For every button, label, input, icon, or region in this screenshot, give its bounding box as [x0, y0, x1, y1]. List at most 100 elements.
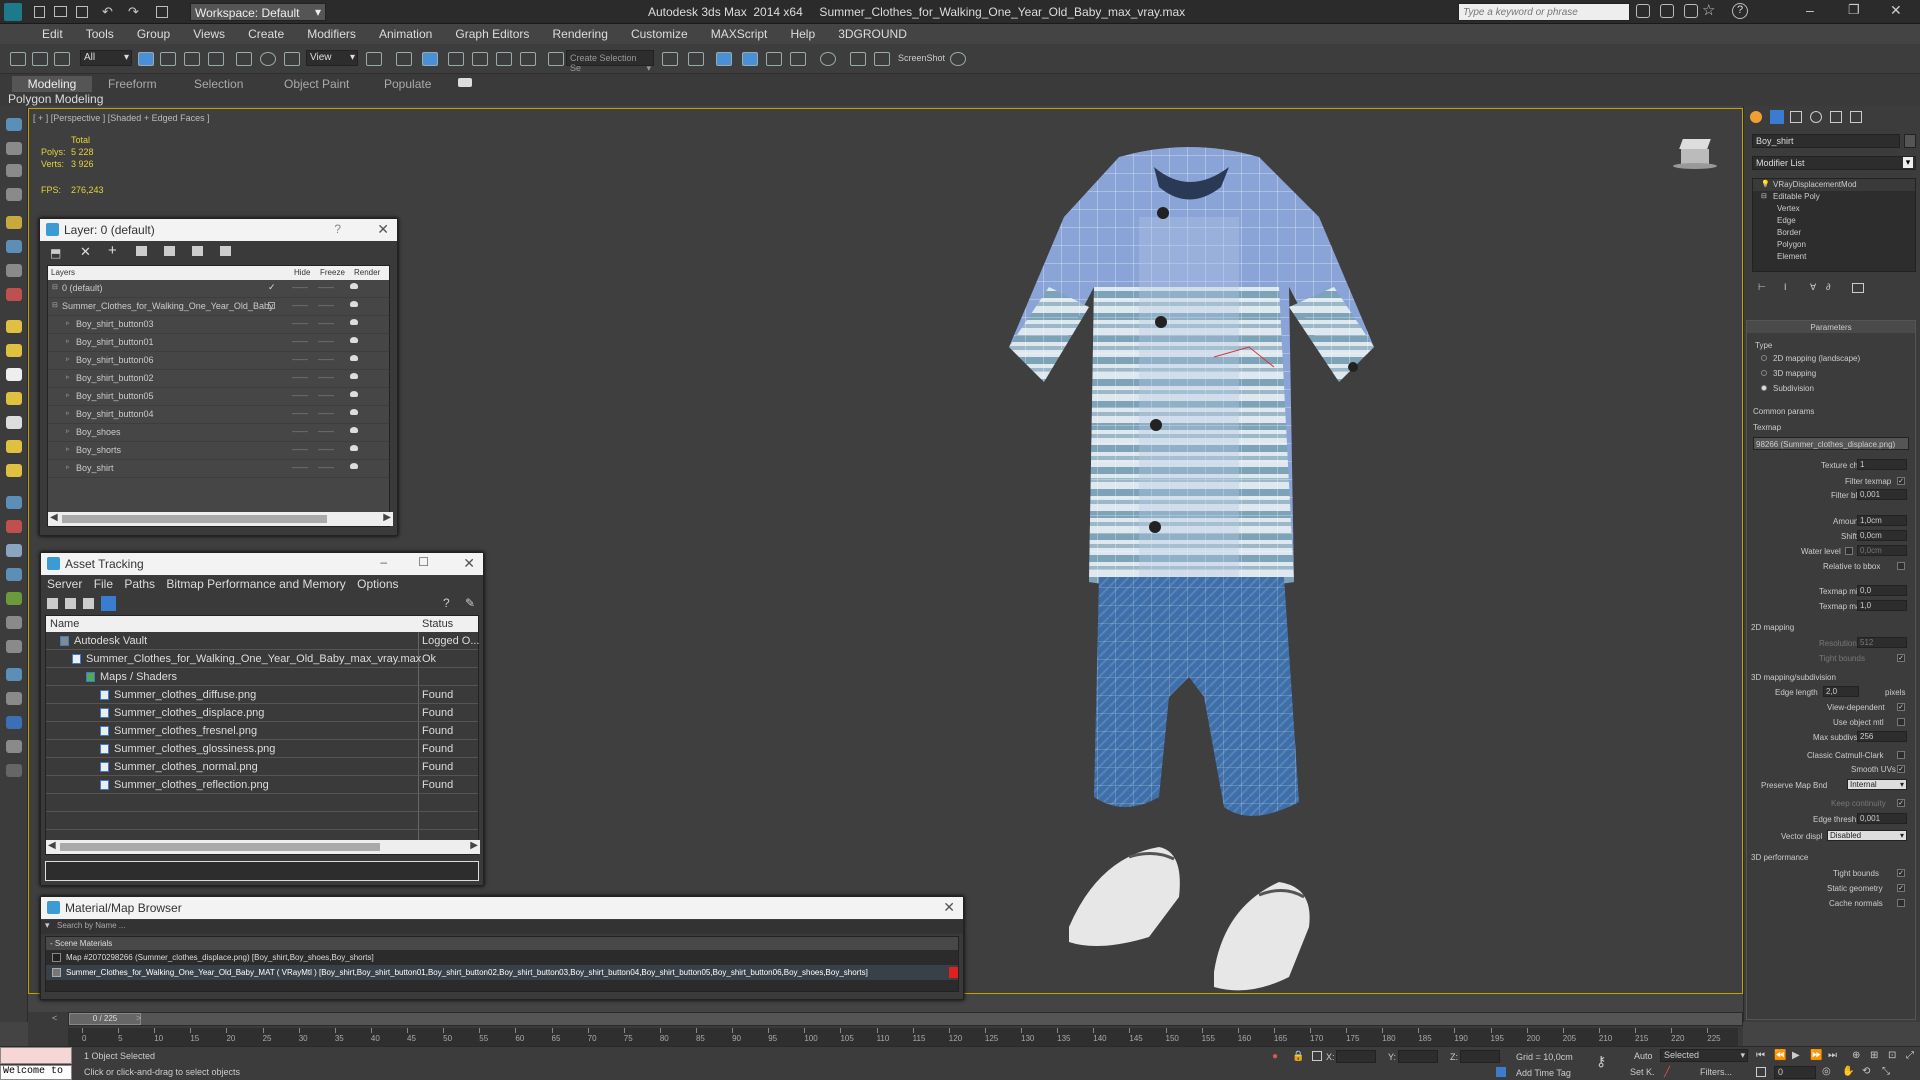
shift-input[interactable]: 0,0cm	[1857, 530, 1907, 541]
hide-toggle[interactable]: ——	[292, 391, 308, 400]
layer-row[interactable]: ▹ Boy_shirt_button03 —— ——	[48, 316, 389, 334]
column-hide[interactable]: Hide	[294, 268, 310, 277]
scene-materials-header[interactable]: - Scene Materials	[46, 937, 958, 950]
vector-displ-dropdown[interactable]: Disabled ▾	[1827, 830, 1907, 841]
parameters-header[interactable]: Parameters	[1747, 321, 1915, 333]
tool-icon-19[interactable]	[6, 568, 22, 581]
zoom-all-icon[interactable]: ⊞	[1870, 1050, 1878, 1061]
field-of-view-icon[interactable]: ◎	[1822, 1066, 1831, 1077]
tool-icon-10[interactable]	[6, 344, 22, 357]
column-status[interactable]: Status	[422, 618, 453, 630]
radio-3d-mapping[interactable]	[1761, 370, 1767, 376]
asset-path-field[interactable]	[45, 861, 479, 881]
maximize-icon[interactable]: ❐	[1848, 2, 1860, 18]
layer-row[interactable]: ▹ Boy_shirt_button02 —— ——	[48, 370, 389, 388]
auto-key-button[interactable]: Auto	[1634, 1051, 1653, 1061]
texmap-max-input[interactable]: 1,0	[1857, 600, 1907, 611]
tool-icon-8[interactable]	[6, 288, 22, 301]
asset-panel-header[interactable]: Asset Tracking – ☐ ✕	[41, 553, 483, 575]
render-icon[interactable]	[950, 52, 966, 66]
project-folder-icon[interactable]	[156, 6, 168, 18]
menu-group[interactable]: Group	[127, 24, 180, 41]
layer-manager-icon[interactable]	[716, 52, 732, 66]
menu-3dground[interactable]: 3DGROUND	[828, 24, 917, 41]
table-view-icon[interactable]	[101, 596, 116, 611]
list-view-icon[interactable]	[65, 598, 76, 609]
layer-row[interactable]: ▹ Boy_shirt_button06 —— ——	[48, 352, 389, 370]
texmap-min-input[interactable]: 0,0	[1857, 585, 1907, 596]
column-freeze[interactable]: Freeze	[320, 268, 345, 277]
layer-row[interactable]: ▹ Boy_shorts —— ——	[48, 442, 389, 460]
active-layer-check-icon[interactable]: ✓	[268, 282, 276, 293]
modifier-toggle-icon[interactable]: 💡	[1761, 180, 1770, 188]
freeze-all-icon[interactable]	[220, 246, 231, 256]
scroll-left-icon[interactable]: ◀	[48, 840, 56, 851]
catmull-clark-checkbox[interactable]	[1897, 751, 1905, 759]
minimize-icon[interactable]: –	[1806, 2, 1814, 18]
tool-icon-21[interactable]	[6, 616, 22, 629]
delete-layer-icon[interactable]: ✕	[80, 244, 91, 260]
filter-texmap-checkbox[interactable]: ✓	[1897, 477, 1905, 485]
align-icon[interactable]	[688, 52, 704, 66]
material-editor-icon[interactable]	[820, 52, 836, 66]
hide-toggle[interactable]: ——	[292, 427, 308, 436]
set-active-layer-icon[interactable]	[268, 302, 275, 309]
asset-row[interactable]: Summer_clothes_fresnel.png Found	[46, 722, 478, 740]
menu-create[interactable]: Create	[238, 24, 294, 41]
key-mode-icon[interactable]: ╱	[1664, 1067, 1670, 1078]
layer-toggle-icon[interactable]: ⊟	[52, 283, 58, 291]
horizontal-scrollbar[interactable]: ◀ ▶	[48, 512, 393, 526]
help-icon[interactable]: ?	[443, 596, 450, 610]
tool-icon-1[interactable]	[6, 118, 22, 131]
layer-row[interactable]: ⊟ 0 (default) ✓ —— ——	[48, 280, 389, 298]
render-teapot-icon[interactable]	[350, 337, 358, 343]
layer-row[interactable]: ▹ Boy_shirt_button05 —— ——	[48, 388, 389, 406]
link-icon[interactable]	[10, 52, 26, 66]
layer-toggle-icon[interactable]: ▹	[66, 337, 70, 345]
close-icon[interactable]: ✕	[463, 555, 475, 572]
material-map-browser-panel[interactable]: Material/Map Browser ✕ ▾ Search by Name …	[40, 896, 964, 1000]
refresh-icon[interactable]	[47, 598, 58, 609]
freeze-toggle[interactable]: ——	[318, 337, 334, 346]
freeze-toggle[interactable]: ——	[318, 463, 334, 472]
absolute-mode-icon[interactable]	[1312, 1051, 1322, 1061]
water-level-input[interactable]: 0,0cm	[1857, 545, 1907, 556]
viewcube[interactable]	[1673, 137, 1717, 169]
tab-freeform[interactable]: Freeform	[100, 76, 165, 92]
tool-icon-20[interactable]	[6, 592, 22, 605]
asset-row[interactable]: Summer_Clothes_for_Walking_One_Year_Old_…	[46, 650, 478, 668]
tight-bounds-checkbox[interactable]: ✓	[1897, 654, 1905, 662]
go-to-start-icon[interactable]: ⏮	[1756, 1050, 1765, 1061]
graphite-ribbon-icon[interactable]	[742, 52, 758, 66]
time-slider-thumb[interactable]: 0 / 225	[69, 1013, 141, 1025]
tool-icon-9[interactable]	[6, 320, 22, 333]
hide-toggle[interactable]: ——	[292, 319, 308, 328]
window-crossing-icon[interactable]	[208, 52, 224, 66]
modifier-list-dropdown[interactable]: Modifier List ▾	[1752, 156, 1916, 170]
utilities-tab-icon[interactable]	[1850, 111, 1862, 123]
binoculars-icon[interactable]	[1636, 4, 1650, 18]
texture-chan-input[interactable]: 1	[1857, 459, 1907, 470]
current-frame-input[interactable]: 0	[1774, 1066, 1816, 1079]
search-field[interactable]: Type a keyword or phrase	[1458, 3, 1630, 21]
freeze-toggle[interactable]: ——	[318, 409, 334, 418]
schematic-view-icon[interactable]	[790, 52, 806, 66]
new-file-icon[interactable]	[34, 6, 45, 18]
column-name[interactable]: Name	[50, 618, 79, 630]
go-to-end-icon[interactable]: ⏭	[1828, 1050, 1837, 1061]
hide-toggle[interactable]: ——	[292, 445, 308, 454]
edit-named-selection-icon[interactable]	[548, 52, 564, 66]
layer-toggle-icon[interactable]: ▹	[66, 373, 70, 381]
asset-row[interactable]: Summer_clothes_normal.png Found	[46, 758, 478, 776]
view-dependent-checkbox[interactable]: ✓	[1897, 703, 1905, 711]
zoom-extents-icon[interactable]: ⊡	[1888, 1050, 1896, 1061]
add-to-layer-icon[interactable]: +	[108, 242, 117, 259]
freeze-toggle[interactable]: ——	[318, 355, 334, 364]
next-frame-icon[interactable]: ⏩	[1810, 1050, 1822, 1061]
column-layers[interactable]: Layers	[51, 268, 75, 277]
walkthrough-icon[interactable]: ⤡	[1882, 1066, 1890, 1077]
select-in-layer-icon[interactable]	[136, 246, 147, 256]
close-icon[interactable]: ✕	[377, 221, 389, 238]
freeze-toggle[interactable]: ——	[318, 391, 334, 400]
maxscript-output[interactable]: Welcome to	[0, 1065, 72, 1080]
